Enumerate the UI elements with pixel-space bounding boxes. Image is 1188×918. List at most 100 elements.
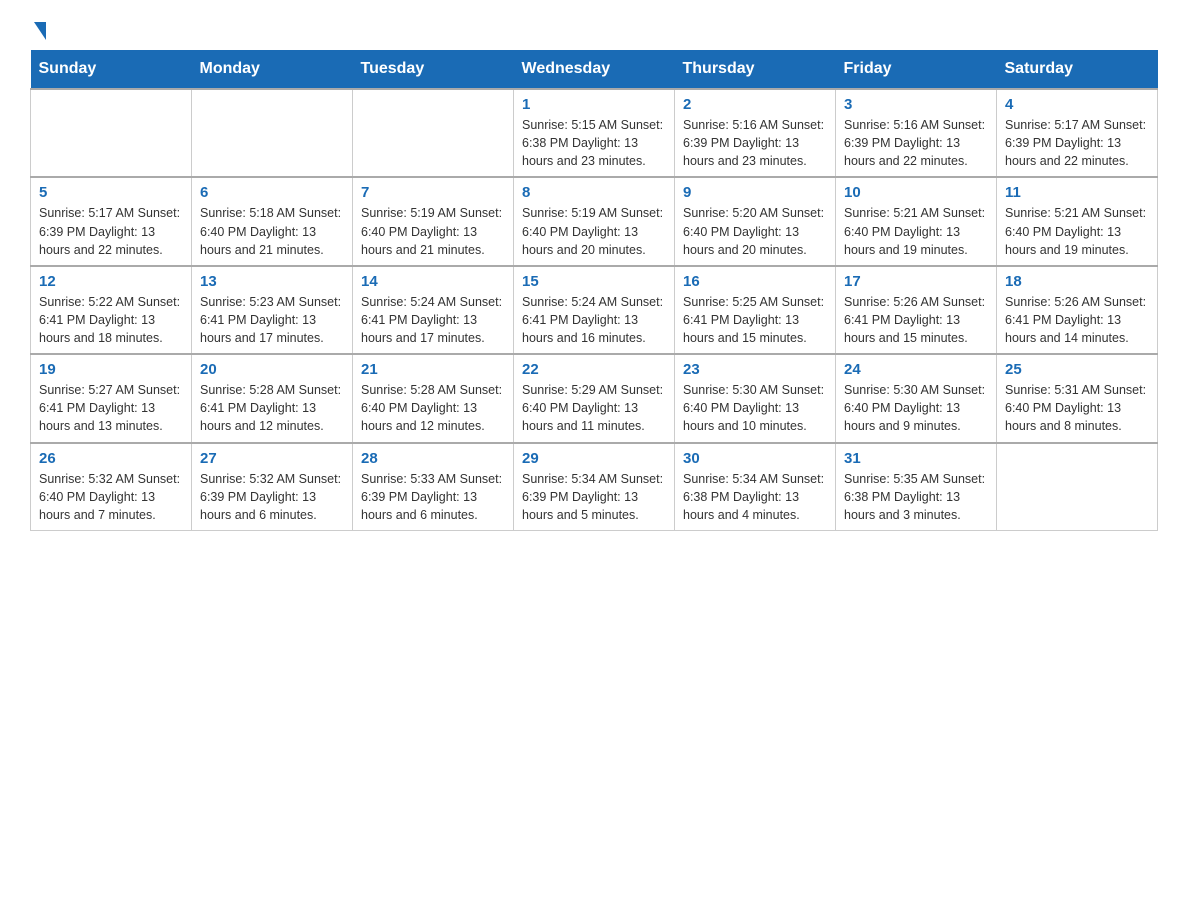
day-info: Sunrise: 5:26 AM Sunset: 6:41 PM Dayligh… (1005, 293, 1149, 347)
calendar-body: 1 Sunrise: 5:15 AM Sunset: 6:38 PM Daylig… (31, 89, 1158, 530)
day-number: 26 (39, 450, 183, 467)
day-number: 1 (522, 96, 666, 113)
calendar-cell: 12 Sunrise: 5:22 AM Sunset: 6:41 PM Dayli… (31, 266, 192, 354)
calendar-cell: 17Sunrise: 5:26 AM Sunset: 6:41 PM Dayli… (836, 266, 997, 354)
day-info: Sunrise: 5:19 AM Sunset: 6:40 PM Dayligh… (522, 204, 666, 258)
day-info: Sunrise: 5:34 AM Sunset: 6:39 PM Dayligh… (522, 470, 666, 524)
day-number: 21 (361, 361, 505, 378)
day-info: Sunrise: 5:21 AM Sunset: 6:40 PM Dayligh… (844, 204, 988, 258)
day-info: Sunrise: 5:34 AM Sunset: 6:38 PM Dayligh… (683, 470, 827, 524)
day-number: 29 (522, 450, 666, 467)
calendar-table: SundayMondayTuesdayWednesdayThursdayFrid… (30, 50, 1158, 531)
day-number: 15 (522, 273, 666, 290)
calendar-cell (353, 89, 514, 177)
day-info: Sunrise: 5:22 AM Sunset: 6:41 PM Dayligh… (39, 293, 183, 347)
day-number: 22 (522, 361, 666, 378)
day-info: Sunrise: 5:30 AM Sunset: 6:40 PM Dayligh… (844, 381, 988, 435)
calendar-cell (192, 89, 353, 177)
logo-triangle-icon (32, 20, 46, 40)
day-info: Sunrise: 5:25 AM Sunset: 6:41 PM Dayligh… (683, 293, 827, 347)
day-info: Sunrise: 5:28 AM Sunset: 6:40 PM Dayligh… (361, 381, 505, 435)
day-number: 12 (39, 273, 183, 290)
day-info: Sunrise: 5:20 AM Sunset: 6:40 PM Dayligh… (683, 204, 827, 258)
logo (30, 20, 46, 40)
days-of-week-row: SundayMondayTuesdayWednesdayThursdayFrid… (31, 50, 1158, 89)
day-number: 5 (39, 184, 183, 201)
day-info: Sunrise: 5:15 AM Sunset: 6:38 PM Dayligh… (522, 116, 666, 170)
day-of-week-header: Thursday (675, 50, 836, 89)
calendar-cell: 25 Sunrise: 5:31 AM Sunset: 6:40 PM Dayli… (997, 354, 1158, 442)
day-number: 20 (200, 361, 344, 378)
logo-wordmark (30, 20, 46, 40)
day-info: Sunrise: 5:33 AM Sunset: 6:39 PM Dayligh… (361, 470, 505, 524)
day-info: Sunrise: 5:23 AM Sunset: 6:41 PM Dayligh… (200, 293, 344, 347)
day-number: 19 (39, 361, 183, 378)
day-number: 24 (844, 361, 988, 378)
calendar-cell: 21 Sunrise: 5:28 AM Sunset: 6:40 PM Dayli… (353, 354, 514, 442)
calendar-cell: 6 Sunrise: 5:18 AM Sunset: 6:40 PM Daylig… (192, 177, 353, 265)
day-number: 7 (361, 184, 505, 201)
calendar-cell: 29 Sunrise: 5:34 AM Sunset: 6:39 PM Dayli… (514, 443, 675, 531)
calendar-cell: 10 Sunrise: 5:21 AM Sunset: 6:40 PM Dayli… (836, 177, 997, 265)
day-info: Sunrise: 5:28 AM Sunset: 6:41 PM Dayligh… (200, 381, 344, 435)
calendar-cell: 7 Sunrise: 5:19 AM Sunset: 6:40 PM Daylig… (353, 177, 514, 265)
calendar-cell (997, 443, 1158, 531)
day-info: Sunrise: 5:30 AM Sunset: 6:40 PM Dayligh… (683, 381, 827, 435)
calendar-cell: 4Sunrise: 5:17 AM Sunset: 6:39 PM Daylig… (997, 89, 1158, 177)
day-number: 8 (522, 184, 666, 201)
day-of-week-header: Wednesday (514, 50, 675, 89)
day-number: 31 (844, 450, 988, 467)
day-number: 3 (844, 96, 988, 113)
day-info: Sunrise: 5:18 AM Sunset: 6:40 PM Dayligh… (200, 204, 344, 258)
calendar-cell: 22 Sunrise: 5:29 AM Sunset: 6:40 PM Dayli… (514, 354, 675, 442)
calendar-cell: 2 Sunrise: 5:16 AM Sunset: 6:39 PM Daylig… (675, 89, 836, 177)
calendar-cell: 3 Sunrise: 5:16 AM Sunset: 6:39 PM Daylig… (836, 89, 997, 177)
day-info: Sunrise: 5:31 AM Sunset: 6:40 PM Dayligh… (1005, 381, 1149, 435)
day-number: 18 (1005, 273, 1149, 290)
calendar-cell: 24 Sunrise: 5:30 AM Sunset: 6:40 PM Dayli… (836, 354, 997, 442)
page-header (30, 20, 1158, 40)
day-info: Sunrise: 5:19 AM Sunset: 6:40 PM Dayligh… (361, 204, 505, 258)
day-number: 6 (200, 184, 344, 201)
day-number: 16 (683, 273, 827, 290)
day-number: 13 (200, 273, 344, 290)
calendar-cell: 20 Sunrise: 5:28 AM Sunset: 6:41 PM Dayli… (192, 354, 353, 442)
day-number: 11 (1005, 184, 1149, 201)
day-number: 25 (1005, 361, 1149, 378)
calendar-cell: 26Sunrise: 5:32 AM Sunset: 6:40 PM Dayli… (31, 443, 192, 531)
calendar-cell: 19Sunrise: 5:27 AM Sunset: 6:41 PM Dayli… (31, 354, 192, 442)
calendar-header: SundayMondayTuesdayWednesdayThursdayFrid… (31, 50, 1158, 89)
calendar-cell: 1 Sunrise: 5:15 AM Sunset: 6:38 PM Daylig… (514, 89, 675, 177)
calendar-cell: 23Sunrise: 5:30 AM Sunset: 6:40 PM Dayli… (675, 354, 836, 442)
calendar-week-row: 19Sunrise: 5:27 AM Sunset: 6:41 PM Dayli… (31, 354, 1158, 442)
calendar-week-row: 5Sunrise: 5:17 AM Sunset: 6:39 PM Daylig… (31, 177, 1158, 265)
day-of-week-header: Friday (836, 50, 997, 89)
calendar-cell: 27Sunrise: 5:32 AM Sunset: 6:39 PM Dayli… (192, 443, 353, 531)
day-info: Sunrise: 5:16 AM Sunset: 6:39 PM Dayligh… (683, 116, 827, 170)
day-info: Sunrise: 5:24 AM Sunset: 6:41 PM Dayligh… (361, 293, 505, 347)
day-info: Sunrise: 5:29 AM Sunset: 6:40 PM Dayligh… (522, 381, 666, 435)
calendar-cell: 5Sunrise: 5:17 AM Sunset: 6:39 PM Daylig… (31, 177, 192, 265)
calendar-cell: 15Sunrise: 5:24 AM Sunset: 6:41 PM Dayli… (514, 266, 675, 354)
day-number: 14 (361, 273, 505, 290)
calendar-cell: 11 Sunrise: 5:21 AM Sunset: 6:40 PM Dayli… (997, 177, 1158, 265)
day-number: 10 (844, 184, 988, 201)
day-number: 2 (683, 96, 827, 113)
day-number: 27 (200, 450, 344, 467)
day-info: Sunrise: 5:16 AM Sunset: 6:39 PM Dayligh… (844, 116, 988, 170)
day-number: 30 (683, 450, 827, 467)
calendar-cell: 9Sunrise: 5:20 AM Sunset: 6:40 PM Daylig… (675, 177, 836, 265)
calendar-cell: 18 Sunrise: 5:26 AM Sunset: 6:41 PM Dayli… (997, 266, 1158, 354)
calendar-cell: 14 Sunrise: 5:24 AM Sunset: 6:41 PM Dayli… (353, 266, 514, 354)
day-info: Sunrise: 5:21 AM Sunset: 6:40 PM Dayligh… (1005, 204, 1149, 258)
calendar-cell: 16 Sunrise: 5:25 AM Sunset: 6:41 PM Dayli… (675, 266, 836, 354)
calendar-cell (31, 89, 192, 177)
calendar-cell: 13 Sunrise: 5:23 AM Sunset: 6:41 PM Dayli… (192, 266, 353, 354)
day-of-week-header: Saturday (997, 50, 1158, 89)
calendar-week-row: 12 Sunrise: 5:22 AM Sunset: 6:41 PM Dayli… (31, 266, 1158, 354)
calendar-cell: 31 Sunrise: 5:35 AM Sunset: 6:38 PM Dayli… (836, 443, 997, 531)
calendar-week-row: 1 Sunrise: 5:15 AM Sunset: 6:38 PM Daylig… (31, 89, 1158, 177)
day-info: Sunrise: 5:35 AM Sunset: 6:38 PM Dayligh… (844, 470, 988, 524)
day-of-week-header: Monday (192, 50, 353, 89)
day-of-week-header: Sunday (31, 50, 192, 89)
